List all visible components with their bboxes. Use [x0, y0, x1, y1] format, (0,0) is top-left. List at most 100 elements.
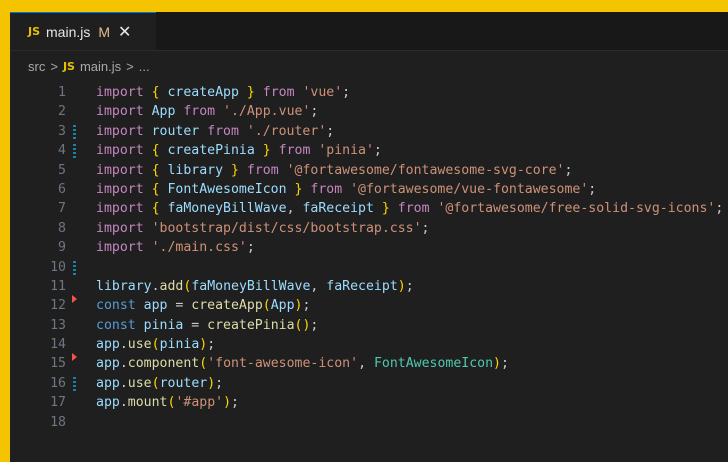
code-text: library.add(faMoneyBillWave, faReceipt); [96, 277, 414, 296]
code-line[interactable]: 7 import { faMoneyBillWave, faReceipt } f… [10, 199, 728, 218]
code-token: const [96, 317, 144, 333]
javascript-file-icon: JS [62, 59, 75, 73]
code-token: import [96, 162, 152, 178]
tab-main-js[interactable]: JS main.js M ✕ [10, 12, 156, 50]
code-token: 'vue' [302, 85, 343, 100]
git-modified-marker[interactable] [73, 144, 76, 159]
tab-filename: main.js [46, 23, 91, 40]
code-token: , [286, 201, 303, 217]
line-number: 2 [58, 104, 66, 120]
code-line[interactable]: 8 import 'bootstrap/dist/css/bootstrap.cs… [10, 219, 728, 238]
code-editor[interactable]: 1 import { createApp } from 'vue'; 2 import… [10, 83, 728, 432]
code-token: () [294, 317, 311, 333]
code-token: faMoneyBillWave [167, 201, 287, 217]
code-line[interactable]: 15 app.component('font-awesome-icon', Fon… [10, 353, 728, 373]
code-text: app.component('font-awesome-icon', FontA… [96, 354, 509, 373]
code-token: app [96, 395, 120, 411]
code-token: import [96, 85, 152, 100]
git-deleted-marker[interactable] [72, 295, 77, 304]
line-number: 4 [58, 143, 66, 159]
code-token: pinia [143, 317, 184, 333]
code-token: library [96, 278, 152, 294]
chevron-right-icon: > [126, 58, 134, 74]
code-line[interactable]: 4 import { createPinia } from 'pinia'; [10, 141, 728, 160]
code-token: ; [310, 317, 319, 333]
code-token: ) [294, 298, 303, 314]
javascript-file-icon: JS [28, 25, 41, 38]
line-number: 3 [58, 123, 66, 139]
code-text: import App from './App.vue'; [96, 102, 318, 121]
code-token: './router' [246, 123, 327, 139]
code-line[interactable]: 17 app.mount('#app'); [10, 393, 728, 412]
code-line[interactable]: 11 library.add(faMoneyBillWave, faReceipt… [10, 277, 728, 296]
code-token: '#app' [175, 395, 224, 411]
code-token: from [254, 85, 303, 100]
code-token: 'bootstrap/dist/css/bootstrap.css' [151, 220, 422, 236]
code-token: import [96, 143, 152, 159]
code-token: , [358, 356, 374, 372]
code-token: use [127, 337, 152, 353]
line-number: 14 [50, 337, 66, 353]
code-text: import { createApp } from 'vue'; [96, 83, 350, 102]
line-number: 9 [58, 240, 66, 256]
code-token: app [96, 356, 120, 372]
git-modified-marker[interactable] [73, 124, 76, 139]
code-line[interactable]: 16 app.use(router); [10, 374, 728, 393]
code-token: ; [310, 104, 319, 120]
code-token: use [127, 375, 152, 391]
code-line[interactable]: 12 const app = createApp(App); [10, 295, 728, 315]
line-number: 17 [50, 395, 66, 411]
code-token: const [96, 298, 144, 314]
code-line[interactable]: 14 app.use(pinia); [10, 335, 728, 354]
code-line[interactable]: 6 import { FontAwesomeIcon } from '@forta… [10, 180, 728, 199]
code-token: } [223, 162, 239, 178]
git-modified-marker[interactable] [73, 376, 76, 391]
code-token: ( [262, 298, 271, 314]
line-number: 13 [50, 317, 66, 333]
code-line[interactable]: 13 const pinia = createPinia(); [10, 316, 728, 335]
code-line[interactable]: 18 [10, 413, 728, 432]
code-token: ; [405, 278, 414, 294]
code-text: app.use(router); [96, 374, 223, 393]
code-line[interactable]: 1 import { createApp } from 'vue'; [10, 83, 728, 102]
breadcrumb-folder[interactable]: src [28, 59, 45, 74]
line-number: 7 [58, 201, 66, 217]
git-deleted-marker[interactable] [72, 353, 77, 362]
code-token: import [96, 104, 152, 120]
code-token: , [310, 278, 327, 294]
code-token: } [254, 143, 271, 159]
code-token: } [238, 85, 255, 100]
code-token: '@fortawesome/vue-fontawesome' [350, 181, 589, 197]
breadcrumb-file[interactable]: main.js [80, 59, 121, 74]
code-line[interactable]: 3 import router from './router'; [10, 122, 728, 141]
code-text: import 'bootstrap/dist/css/bootstrap.css… [96, 219, 429, 238]
code-token: ) [223, 395, 232, 411]
git-modified-marker[interactable] [73, 260, 76, 275]
code-text: app.use(pinia); [96, 335, 215, 354]
code-token: pinia [159, 337, 200, 353]
code-text: app.mount('#app'); [96, 393, 239, 412]
breadcrumb-more[interactable]: ... [139, 59, 150, 74]
code-token: = [167, 298, 192, 314]
code-token: ; [342, 85, 351, 100]
code-text: const app = createApp(App); [96, 296, 310, 315]
code-token: ; [207, 337, 216, 353]
code-line[interactable]: 2 import App from './App.vue'; [10, 102, 728, 121]
code-token: ; [564, 162, 573, 178]
code-token: './main.css' [151, 240, 247, 256]
line-number: 8 [58, 220, 66, 236]
code-token: add [159, 278, 184, 294]
code-line[interactable]: 5 import { library } from '@fortawesome/f… [10, 161, 728, 180]
close-icon[interactable]: ✕ [118, 22, 131, 41]
line-number: 15 [50, 356, 66, 372]
line-number: 5 [58, 162, 66, 178]
line-number: 6 [58, 181, 66, 197]
line-number: 12 [50, 298, 66, 314]
code-token: '@fortawesome/fontawesome-svg-core' [286, 162, 565, 178]
code-line[interactable]: 9 import './main.css'; [10, 238, 728, 257]
code-token: ) [493, 356, 501, 372]
line-number: 10 [50, 259, 66, 275]
code-token: import [96, 123, 152, 139]
code-line[interactable]: 10 [10, 258, 728, 277]
code-token: from [175, 104, 224, 120]
